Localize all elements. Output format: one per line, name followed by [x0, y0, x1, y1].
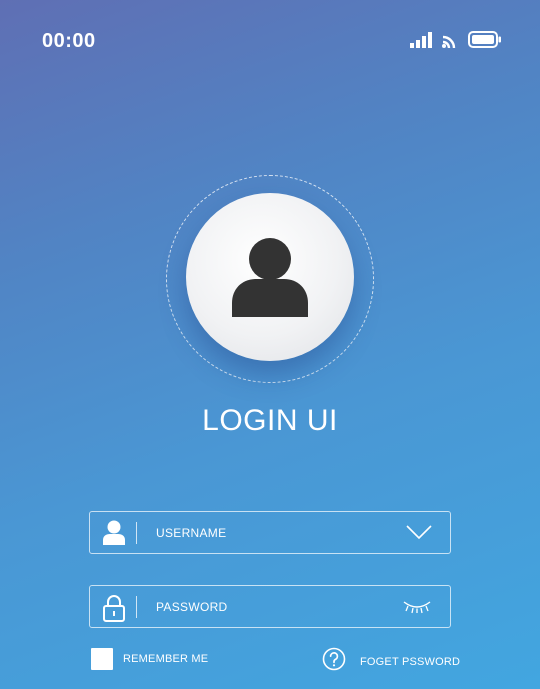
forgot-password-link[interactable]: FOGET PSSWORD [322, 647, 460, 676]
wifi-icon [442, 32, 458, 48]
avatar[interactable] [186, 193, 354, 361]
help-circle-icon[interactable] [322, 647, 346, 676]
status-icons [410, 31, 502, 48]
cellular-signal-icon [410, 32, 432, 48]
battery-icon [468, 31, 502, 48]
remember-me[interactable]: REMEMBER ME [91, 648, 208, 670]
page-title: LOGIN UI [202, 404, 338, 437]
forgot-password-label[interactable]: FOGET PSSWORD [360, 656, 460, 668]
lock-icon [102, 594, 126, 622]
remember-me-label[interactable]: REMEMBER ME [123, 653, 208, 665]
field-divider [136, 522, 137, 544]
user-icon [102, 520, 126, 546]
remember-me-checkbox[interactable] [91, 648, 113, 670]
status-time: 00:00 [42, 30, 96, 52]
status-bar: 00:00 [0, 0, 540, 80]
password-field[interactable] [89, 585, 451, 628]
field-divider [136, 596, 137, 618]
eye-closed-icon[interactable] [402, 598, 432, 619]
username-field[interactable] [89, 511, 451, 554]
chevron-down-icon[interactable] [406, 524, 432, 545]
username-input[interactable] [156, 512, 386, 553]
password-input[interactable] [156, 586, 386, 627]
